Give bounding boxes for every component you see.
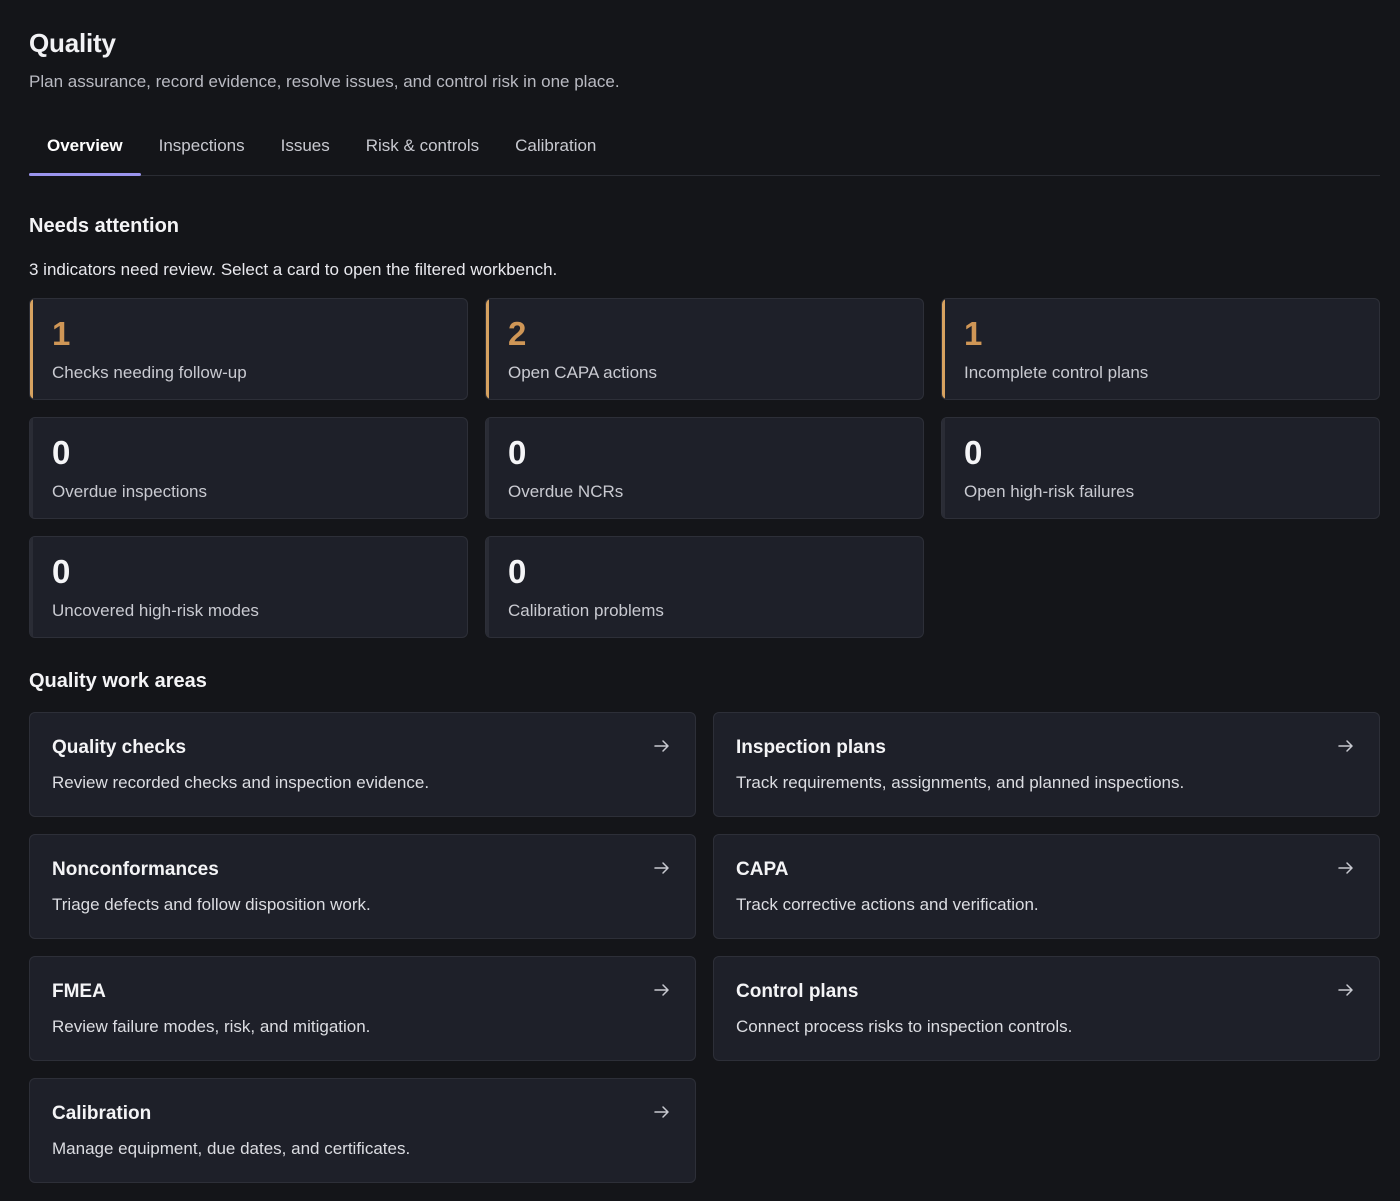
- indicator-card-overdue-ncrs[interactable]: 0 Overdue NCRs: [485, 417, 924, 519]
- work-area-title: Calibration: [52, 1103, 152, 1124]
- work-areas-title: Quality work areas: [29, 670, 207, 692]
- indicator-card-open-high-risk-failures[interactable]: 0 Open high-risk failures: [941, 417, 1380, 519]
- indicator-label: Calibration problems: [508, 601, 664, 620]
- indicator-value: 0: [52, 553, 71, 590]
- tab-inspections[interactable]: Inspections: [141, 122, 263, 175]
- arrow-right-icon: [654, 1106, 669, 1118]
- tab-overview[interactable]: Overview: [29, 122, 141, 176]
- work-area-title: Quality checks: [52, 737, 187, 758]
- work-area-card-control-plans[interactable]: Control plans Connect process risks to i…: [713, 956, 1380, 1061]
- indicator-grid: 1 Checks needing follow-up 2 Open CAPA a…: [29, 298, 1380, 638]
- indicator-label: Open high-risk failures: [964, 482, 1135, 501]
- work-area-description: Track corrective actions and verificatio…: [736, 895, 1039, 914]
- work-area-description: Connect process risks to inspection cont…: [736, 1017, 1073, 1036]
- indicator-label: Overdue inspections: [52, 482, 207, 501]
- tab-issues[interactable]: Issues: [263, 122, 348, 175]
- indicator-card-open-capa[interactable]: 2 Open CAPA actions: [485, 298, 924, 400]
- arrow-right-icon: [1338, 740, 1353, 752]
- work-area-title: FMEA: [52, 981, 106, 1002]
- arrow-right-icon: [654, 740, 669, 752]
- work-area-description: Review recorded checks and inspection ev…: [52, 773, 430, 792]
- needs-attention-title: Needs attention: [29, 215, 180, 237]
- indicator-label: Checks needing follow-up: [52, 363, 247, 382]
- page-title: Quality: [29, 28, 116, 58]
- arrow-right-icon: [654, 984, 669, 996]
- work-area-description: Review failure modes, risk, and mitigati…: [52, 1017, 371, 1036]
- indicator-label: Uncovered high-risk modes: [52, 601, 259, 620]
- indicator-value: 1: [52, 315, 71, 352]
- work-area-card-nonconformances[interactable]: Nonconformances Triage defects and follo…: [29, 834, 696, 939]
- work-area-card-fmea[interactable]: FMEA Review failure modes, risk, and mit…: [29, 956, 696, 1061]
- work-area-description: Track requirements, assignments, and pla…: [736, 773, 1185, 792]
- work-area-grid: Quality checks Review recorded checks an…: [29, 712, 1380, 1183]
- page-subtitle: Plan assurance, record evidence, resolve…: [29, 72, 620, 91]
- work-area-title: Control plans: [736, 981, 859, 1002]
- indicator-label: Incomplete control plans: [964, 363, 1149, 382]
- arrow-right-icon: [1338, 984, 1353, 996]
- indicator-card-overdue-inspections[interactable]: 0 Overdue inspections: [29, 417, 468, 519]
- tab-calibration[interactable]: Calibration: [497, 122, 614, 175]
- work-area-title: Inspection plans: [736, 737, 886, 758]
- work-area-card-inspection-plans[interactable]: Inspection plans Track requirements, ass…: [713, 712, 1380, 817]
- work-area-title: Nonconformances: [52, 859, 219, 880]
- tab-bar: Overview Inspections Issues Risk & contr…: [29, 122, 1380, 176]
- indicator-card-checks-follow-up[interactable]: 1 Checks needing follow-up: [29, 298, 468, 400]
- work-area-description: Triage defects and follow disposition wo…: [52, 895, 371, 914]
- indicator-label: Overdue NCRs: [508, 482, 624, 501]
- indicator-value: 0: [508, 553, 527, 590]
- arrow-right-icon: [654, 862, 669, 874]
- indicator-label: Open CAPA actions: [508, 363, 657, 382]
- indicator-card-uncovered-high-risk-modes[interactable]: 0 Uncovered high-risk modes: [29, 536, 468, 638]
- indicator-value: 2: [508, 315, 527, 352]
- indicator-card-calibration-problems[interactable]: 0 Calibration problems: [485, 536, 924, 638]
- indicator-value: 1: [964, 315, 983, 352]
- needs-attention-description: 3 indicators need review. Select a card …: [29, 260, 558, 279]
- work-area-card-quality-checks[interactable]: Quality checks Review recorded checks an…: [29, 712, 696, 817]
- arrow-right-icon: [1338, 862, 1353, 874]
- work-area-card-calibration[interactable]: Calibration Manage equipment, due dates,…: [29, 1078, 696, 1183]
- work-area-description: Manage equipment, due dates, and certifi…: [52, 1139, 411, 1158]
- tab-risk-controls[interactable]: Risk & controls: [348, 122, 497, 175]
- indicator-value: 0: [508, 434, 527, 471]
- indicator-value: 0: [52, 434, 71, 471]
- indicator-value: 0: [964, 434, 983, 471]
- work-area-card-capa[interactable]: CAPA Track corrective actions and verifi…: [713, 834, 1380, 939]
- work-area-title: CAPA: [736, 859, 789, 880]
- indicator-card-incomplete-control-plans[interactable]: 1 Incomplete control plans: [941, 298, 1380, 400]
